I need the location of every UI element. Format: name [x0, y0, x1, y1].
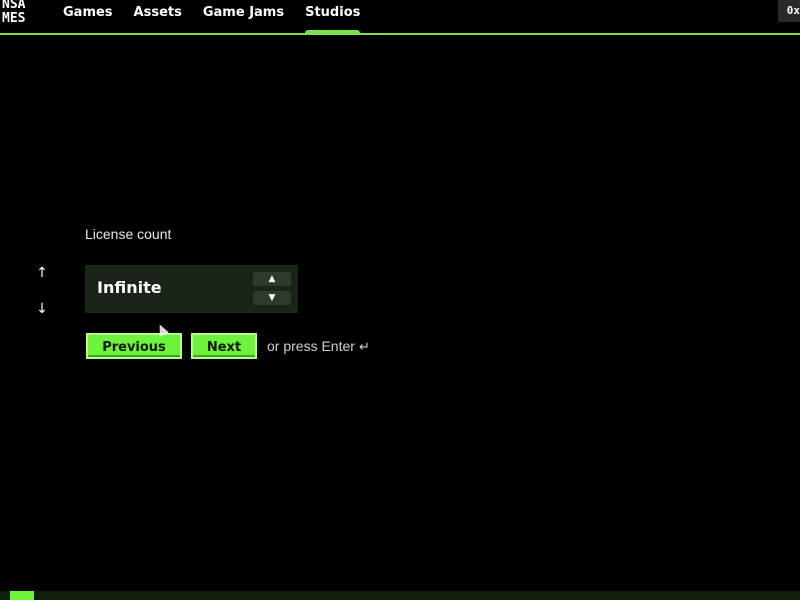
- next-button[interactable]: Next: [191, 333, 257, 359]
- logo-line-2: MES: [2, 11, 26, 26]
- page: NSA MES Games Assets Game Jams Studios 0…: [0, 0, 800, 600]
- license-count-label: License count: [85, 226, 172, 242]
- nav-item-assets[interactable]: Assets: [134, 0, 182, 33]
- license-count-value: Infinite: [97, 278, 162, 297]
- license-count-stepper[interactable]: Infinite ▲ ▼: [85, 265, 298, 313]
- progress-fill: [10, 591, 34, 600]
- site-logo[interactable]: NSA MES: [2, 0, 42, 26]
- nav-item-studios[interactable]: Studios: [305, 0, 361, 35]
- nav-item-game-jams[interactable]: Game Jams: [203, 0, 284, 33]
- stepper-down-icon[interactable]: ▼: [253, 291, 291, 305]
- previous-button[interactable]: Previous: [86, 333, 182, 359]
- enter-key-icon: ↵: [358, 339, 370, 354]
- nav-item-games[interactable]: Games: [63, 0, 113, 33]
- corner-button[interactable]: 0x: [778, 0, 800, 22]
- top-navbar: NSA MES Games Assets Game Jams Studios 0…: [0, 0, 800, 35]
- enter-hint-text: or press Enter: [267, 338, 355, 354]
- enter-hint: or press Enter ↵: [267, 338, 370, 355]
- stepper-controls: ▲ ▼: [253, 272, 291, 310]
- arrow-up-icon[interactable]: ↑: [34, 265, 50, 281]
- arrow-down-icon[interactable]: ↓: [34, 301, 50, 317]
- stepper-up-icon[interactable]: ▲: [253, 272, 291, 286]
- main-nav: Games Assets Game Jams Studios: [63, 0, 381, 35]
- progress-bar: [0, 591, 800, 600]
